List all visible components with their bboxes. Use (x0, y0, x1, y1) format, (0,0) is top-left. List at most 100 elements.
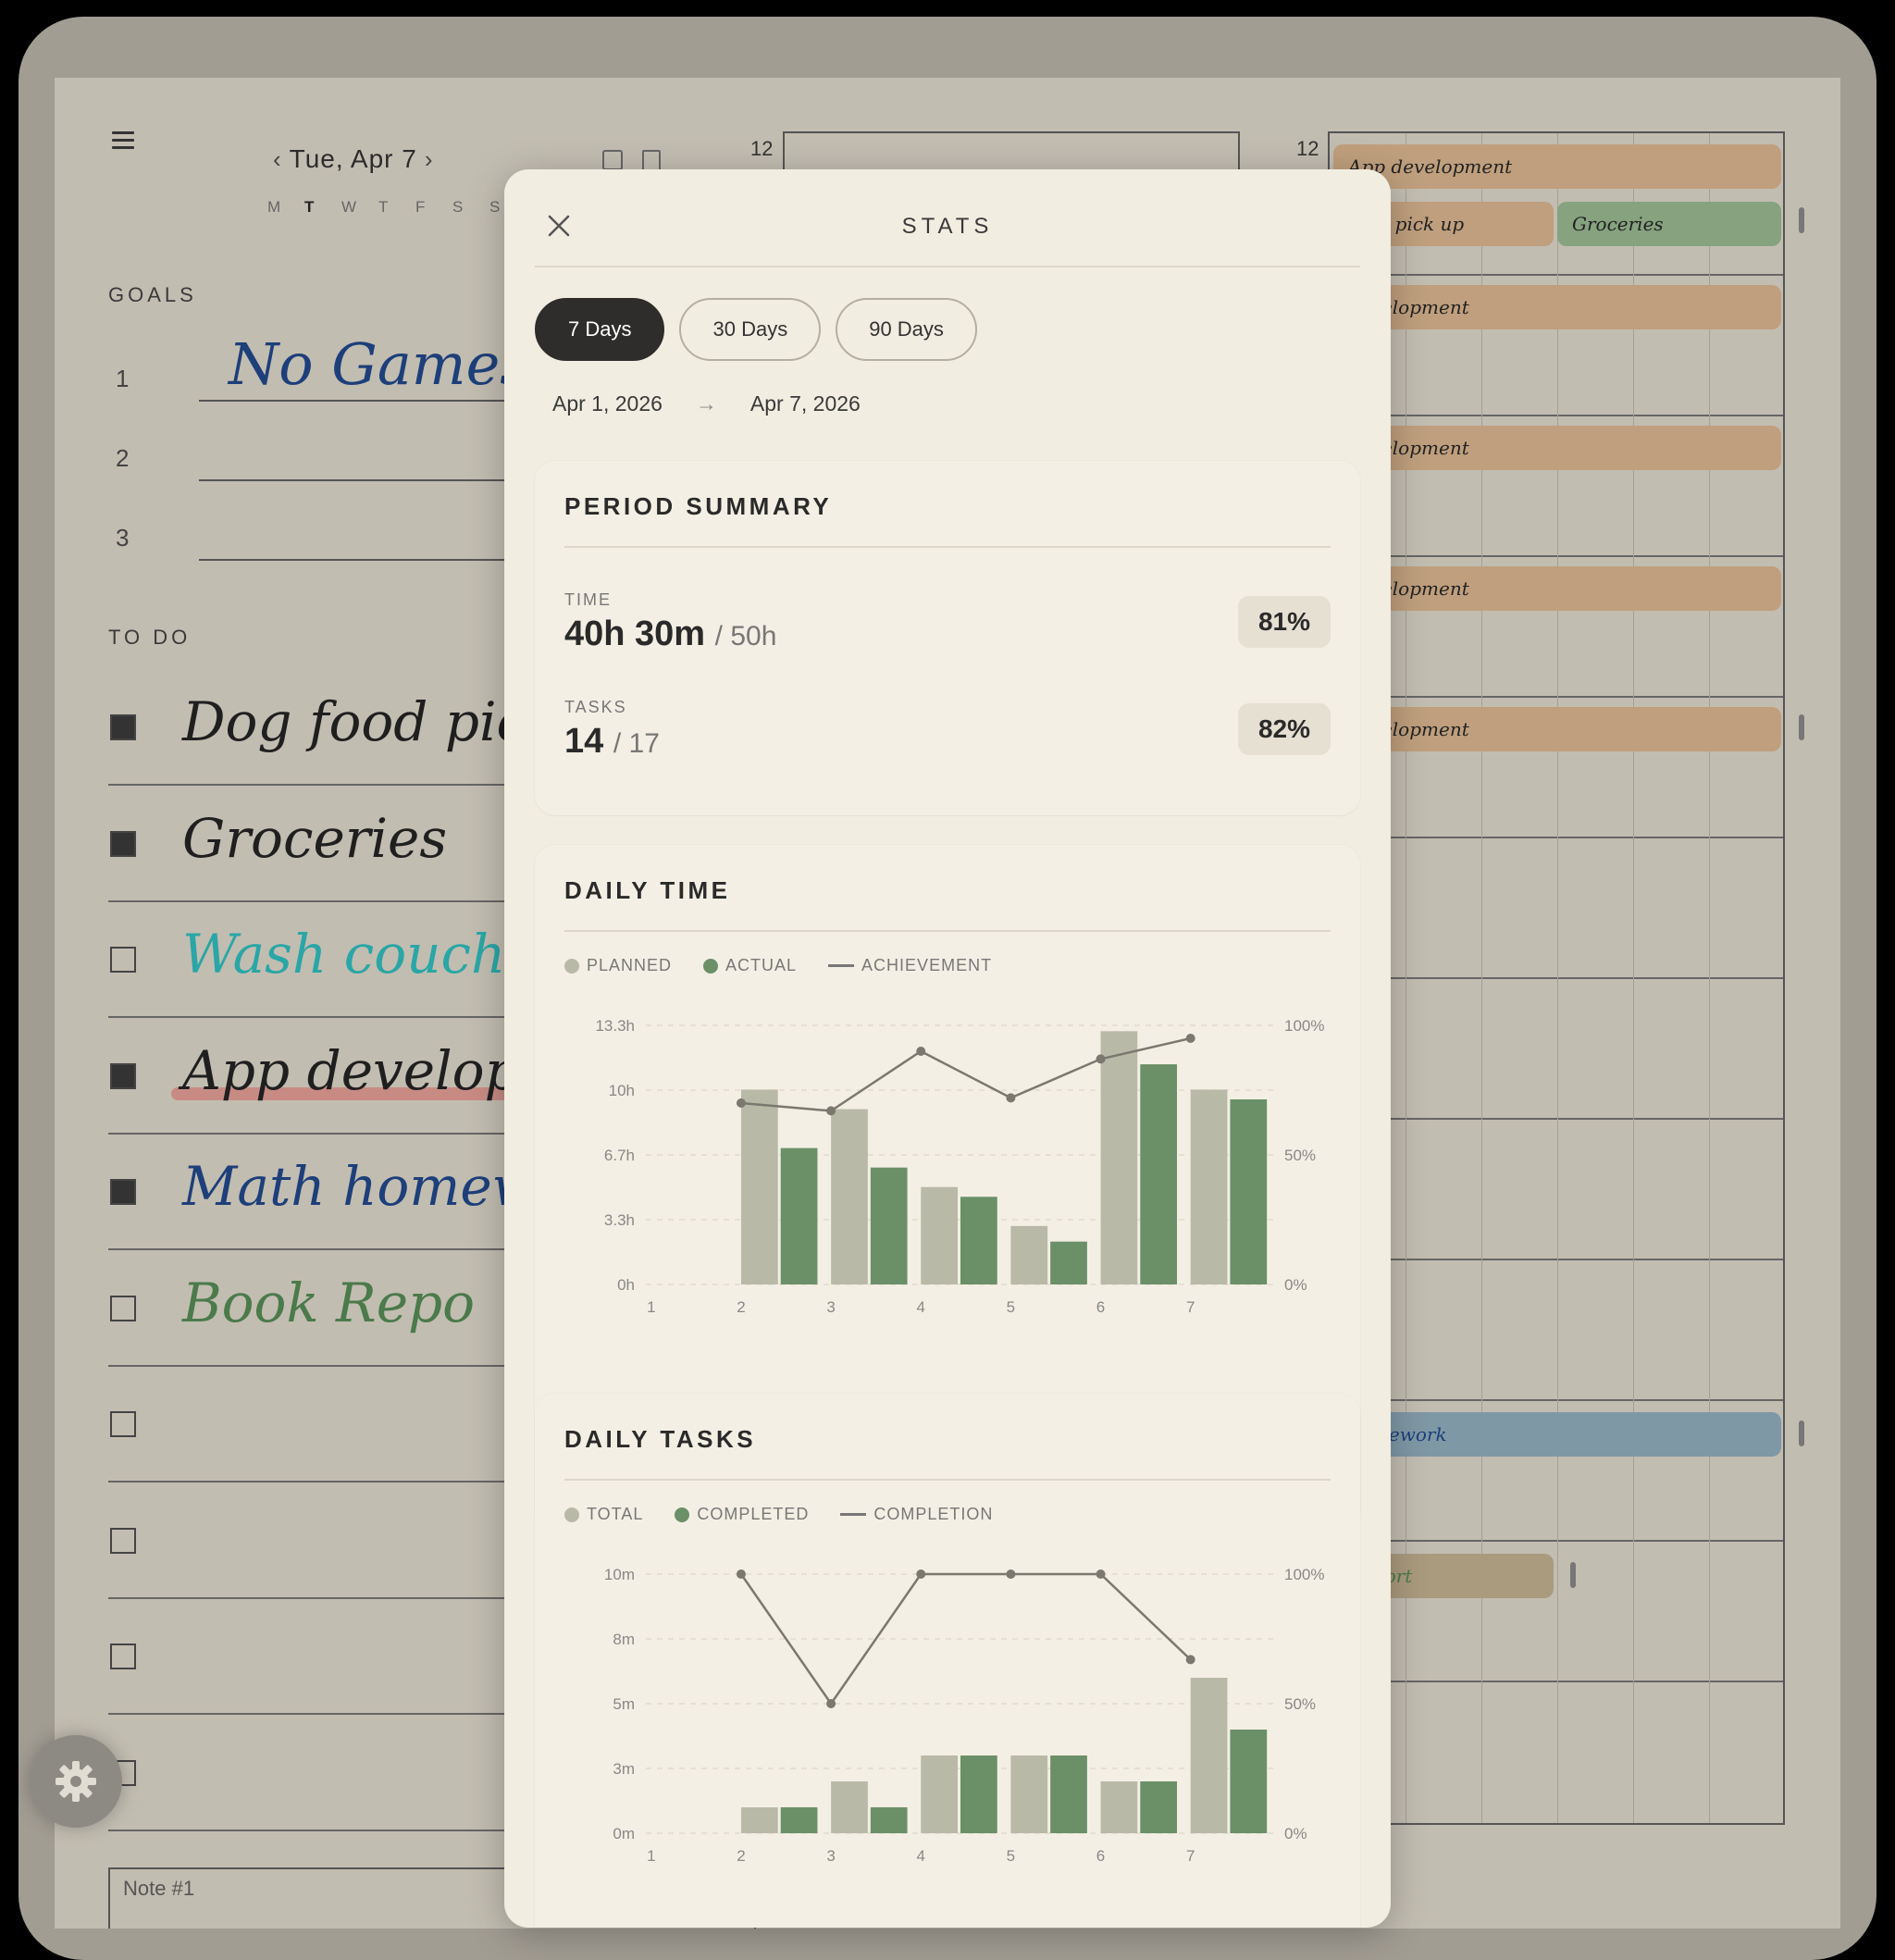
tab-7-days[interactable]: 7 Days (535, 298, 665, 361)
daily-tasks-chart: 0m 3m 5m 8m 10m 0% 50% 100% 1 2 3 4 5 6 7 (604, 1566, 1325, 1865)
hour-label-left: 12 (750, 137, 774, 160)
weekday-thu[interactable]: T (378, 198, 415, 217)
todo-checkbox[interactable] (110, 1527, 136, 1554)
y-tick-label: 8m (613, 1631, 635, 1648)
todo-row[interactable]: App developm (108, 1019, 570, 1135)
grid-hour-line (1330, 1259, 1783, 1260)
stats-title: STATS (901, 214, 994, 239)
weekday-sat[interactable]: S (452, 198, 489, 217)
event-resize-handle[interactable] (1799, 207, 1804, 233)
goal-row-2[interactable]: 2 (108, 444, 552, 481)
bar-completed (870, 1807, 908, 1833)
goal-row-1[interactable]: 1 No Games! (108, 330, 552, 402)
bar-completed (780, 1807, 818, 1833)
line-point (1006, 1569, 1016, 1579)
todo-text: Groceries (182, 806, 448, 870)
event-block[interactable]: App development (1333, 144, 1781, 189)
hour-label-right: 12 (1296, 137, 1319, 160)
bar-total (1190, 1678, 1228, 1833)
todo-checkbox[interactable] (110, 1295, 136, 1321)
event-resize-handle[interactable] (1799, 714, 1804, 740)
todo-row[interactable]: Groceries (108, 787, 552, 902)
x-tick-label: 4 (917, 1847, 925, 1865)
settings-button[interactable] (30, 1735, 122, 1828)
x-tick-label: 3 (826, 1298, 835, 1316)
event-block[interactable]: development (1333, 285, 1781, 329)
time-total: / 50h (714, 621, 777, 651)
todo-text: Book Repo (182, 1271, 476, 1334)
event-block[interactable]: development (1333, 707, 1781, 751)
todo-row[interactable]: Wash couch (108, 902, 552, 1018)
x-tick-label: 2 (737, 1298, 745, 1316)
tab-90-days[interactable]: 90 Days (836, 298, 977, 361)
tasks-amount: 14 (564, 722, 604, 761)
weekday-wed[interactable]: W (341, 198, 378, 217)
time-label: TIME (564, 590, 612, 609)
grid-hour-line (1330, 837, 1783, 838)
todo-row[interactable]: Book Repo (108, 1251, 552, 1367)
device-frame: ‹ Tue, Apr 7 › MTWTFSS GOALS 1 No Games! 2… (0, 0, 1895, 1960)
event-block[interactable]: development (1333, 566, 1781, 611)
todo-row[interactable] (108, 1483, 552, 1599)
bar-planned (921, 1186, 958, 1284)
weekday-tue[interactable]: T (304, 198, 341, 217)
grid-hour-line (1330, 696, 1783, 698)
time-grid-right: App development food pick up Groceries d… (1328, 131, 1785, 1825)
todo-checkbox[interactable] (110, 947, 136, 973)
goal-line (199, 400, 552, 402)
current-date: Tue, Apr 7 (289, 144, 417, 173)
bar-planned (740, 1089, 778, 1284)
goal-number: 2 (116, 444, 130, 472)
todo-checkbox[interactable] (110, 1411, 136, 1437)
prev-day-icon[interactable]: ‹ (266, 145, 290, 173)
event-block[interactable]: Groceries (1557, 202, 1781, 246)
todo-checkbox[interactable] (110, 1062, 136, 1089)
tab-30-days[interactable]: 30 Days (679, 298, 822, 361)
event-block[interactable]: homework (1333, 1412, 1781, 1457)
bar-planned (1010, 1225, 1048, 1284)
arrow-right-icon: → (695, 391, 717, 416)
todo-checkbox[interactable] (110, 1179, 136, 1205)
stats-modal: STATS 7 Days 30 Days 90 Days Apr 1, 2026… (504, 169, 1391, 1928)
tasks-label: TASKS (564, 698, 627, 716)
event-resize-handle[interactable] (1570, 1562, 1576, 1588)
todo-row[interactable] (108, 1367, 552, 1482)
goal-row-3[interactable]: 3 (108, 524, 552, 561)
calendar-icon[interactable] (602, 150, 623, 170)
todo-checkbox[interactable] (110, 714, 136, 740)
next-day-icon[interactable]: › (417, 145, 441, 173)
grid-hour-line (1330, 1118, 1783, 1120)
todo-row[interactable]: Math homew (108, 1135, 552, 1250)
weekday-mon[interactable]: M (267, 198, 304, 217)
grid-hour-line (1330, 1681, 1783, 1682)
divider (564, 546, 1331, 548)
todo-checkbox[interactable] (110, 1644, 136, 1669)
todo-heading: TO DO (108, 626, 192, 649)
bar-actual (870, 1167, 908, 1284)
todo-row[interactable] (108, 1599, 552, 1715)
x-tick-label: 5 (1007, 1298, 1015, 1316)
range-start: Apr 1, 2026 (552, 391, 663, 416)
event-block[interactable]: development (1333, 426, 1781, 470)
todo-checkbox[interactable] (110, 830, 136, 857)
grid-hour-line (1330, 1399, 1783, 1401)
tasks-percent-badge: 82% (1237, 703, 1331, 755)
line-point (1096, 1054, 1106, 1064)
event-resize-handle[interactable] (1799, 1420, 1804, 1446)
grid-hour-line (1330, 274, 1783, 276)
period-summary-card: PERIOD SUMMARY TIME 40h 30m / 50h 81% TA… (535, 461, 1360, 815)
x-tick-label: 7 (1186, 1298, 1195, 1316)
line-point (1096, 1569, 1106, 1579)
menu-icon[interactable] (112, 131, 134, 150)
y-tick-label: 3m (613, 1760, 635, 1778)
grid-hour-line (1330, 555, 1783, 557)
grid-hour-line (1330, 415, 1783, 416)
weekday-fri[interactable]: F (415, 198, 452, 217)
todo-row[interactable] (108, 1716, 552, 1831)
x-tick-label: 2 (737, 1847, 745, 1865)
grid-hour-line (1330, 1540, 1783, 1542)
grid-hour-line (1330, 977, 1783, 979)
y-tick-label: 3.3h (604, 1211, 635, 1229)
todo-row[interactable]: Dog food pic (108, 670, 552, 786)
grid-column-line (1709, 133, 1710, 1823)
